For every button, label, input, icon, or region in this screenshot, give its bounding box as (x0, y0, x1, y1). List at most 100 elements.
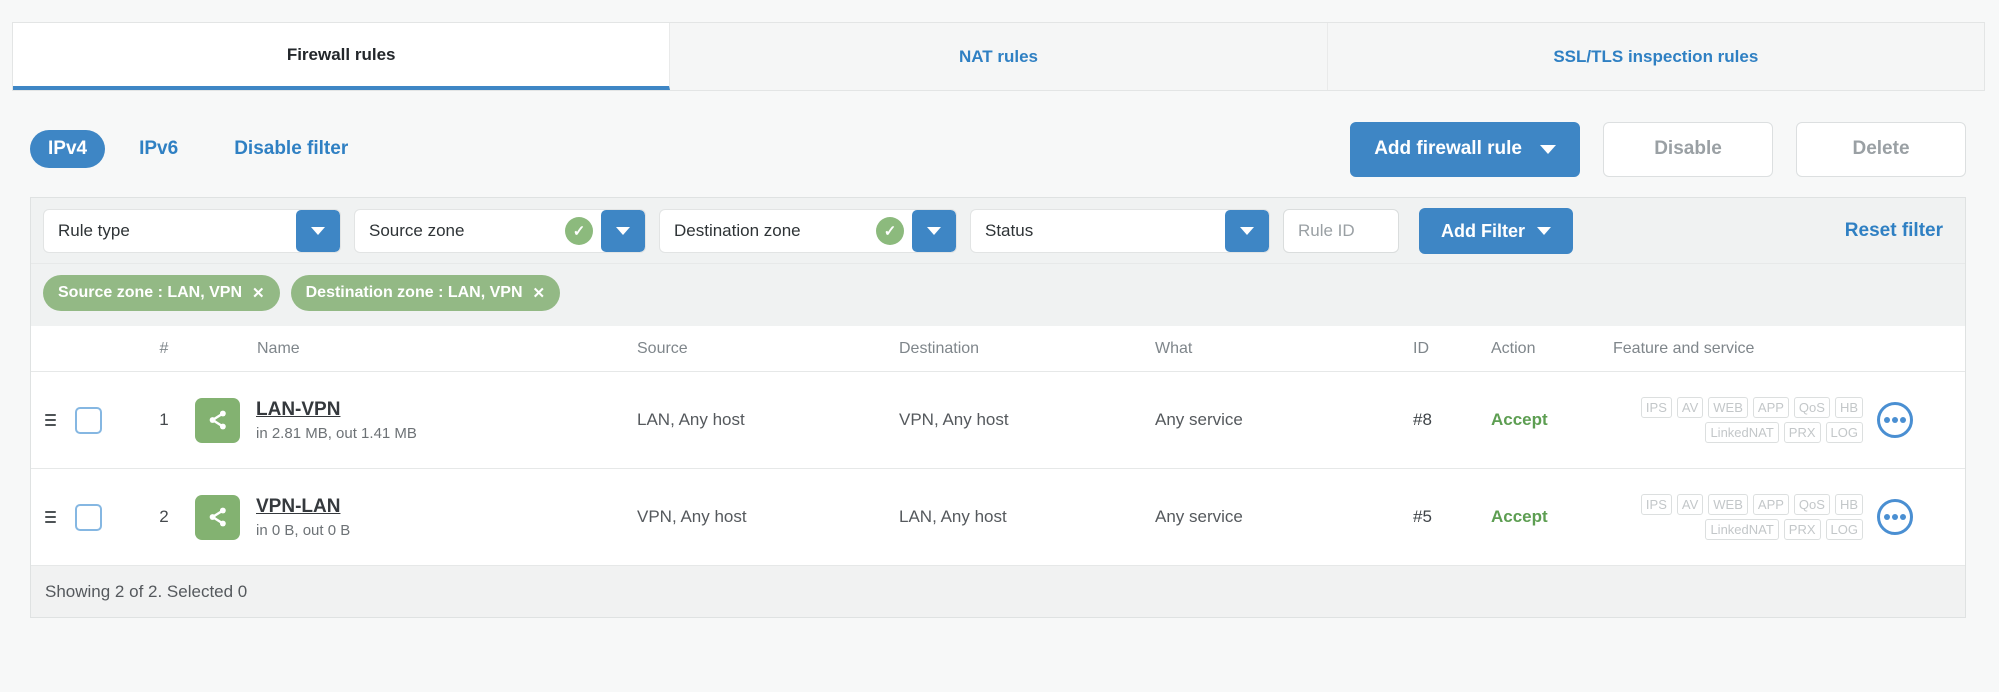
header-source: Source (637, 339, 688, 357)
header-destination: Destination (899, 339, 980, 357)
destination-zone-dropdown-button[interactable] (912, 210, 956, 252)
header-number: # (159, 339, 169, 357)
rule-action: Accept (1491, 410, 1548, 429)
destination-zone-dropdown-label: Destination zone (674, 221, 801, 240)
add-filter-button[interactable]: Add Filter (1419, 208, 1573, 254)
header-id: ID (1413, 339, 1429, 357)
rule-number: 1 (159, 410, 169, 429)
chevron-down-icon (311, 227, 325, 235)
filter-chip-label: Destination zone : LAN, VPN (305, 284, 523, 301)
filter-chip-source-zone: Source zone : LAN, VPN ✕ (43, 275, 280, 311)
rule-what: Any service (1155, 410, 1243, 429)
feature-badges: IPS AV WEB APP QoS HB LinkedNAT PRX LOG (1613, 494, 1877, 540)
add-firewall-rule-label: Add firewall rule (1374, 138, 1522, 159)
ipv6-toggle[interactable]: IPv6 (139, 138, 178, 160)
feature-badge: QoS (1793, 494, 1830, 515)
feature-badge: APP (1752, 494, 1789, 515)
remove-filter-icon[interactable]: ✕ (252, 284, 265, 302)
table-header: # Name Source Destination What ID Action… (31, 326, 1965, 372)
feature-badge: LOG (1825, 519, 1863, 540)
disable-filter-link[interactable]: Disable filter (234, 138, 348, 160)
feature-badge: LinkedNAT (1705, 519, 1779, 540)
rule-name-link[interactable]: LAN-VPN (256, 399, 417, 421)
feature-badge: IPS (1640, 494, 1672, 515)
chevron-down-icon (1537, 227, 1551, 235)
tab-firewall-rules[interactable]: Firewall rules (13, 23, 671, 90)
row-checkbox[interactable] (75, 503, 102, 531)
rule-name-link[interactable]: VPN-LAN (256, 496, 350, 518)
rule-traffic: in 2.81 MB, out 1.41 MB (256, 424, 417, 442)
feature-badge: APP (1752, 397, 1789, 418)
feature-badges: IPS AV WEB APP QoS HB LinkedNAT PRX LOG (1613, 397, 1877, 443)
chevron-down-icon (616, 227, 630, 235)
tab-ssl-tls-inspection-rules[interactable]: SSL/TLS inspection rules (1328, 23, 1984, 90)
network-rule-icon[interactable] (195, 494, 240, 540)
filter-row: Rule type Source zone ✓ Destination zone… (31, 198, 1965, 264)
feature-badge: HB (1834, 494, 1863, 515)
table-footer: Showing 2 of 2. Selected 0 (31, 566, 1965, 617)
feature-badge: LOG (1825, 422, 1863, 443)
status-dropdown-button[interactable] (1225, 210, 1269, 252)
rule-name-block: LAN-VPN in 2.81 MB, out 1.41 MB (256, 399, 417, 442)
source-zone-dropdown[interactable]: Source zone ✓ (354, 209, 646, 253)
source-zone-dropdown-label: Source zone (369, 221, 465, 240)
drag-handle-icon[interactable] (45, 511, 56, 523)
table-row: 1 LAN-VPN in 2.81 MB, out 1.41 MB LAN, A… (31, 372, 1965, 469)
rule-source: VPN, Any host (637, 507, 747, 526)
rule-destination: VPN, Any host (899, 410, 1009, 429)
delete-button[interactable]: Delete (1796, 121, 1966, 177)
header-feature: Feature and service (1613, 339, 1755, 357)
row-more-menu-icon[interactable] (1877, 402, 1913, 438)
status-dropdown[interactable]: Status (970, 209, 1270, 253)
rule-type-dropdown-label: Rule type (58, 221, 130, 240)
rule-number: 2 (159, 507, 169, 526)
tab-nat-rules[interactable]: NAT rules (670, 23, 1328, 90)
destination-zone-dropdown[interactable]: Destination zone ✓ (659, 209, 957, 253)
active-filter-chips: Source zone : LAN, VPN ✕ Destination zon… (31, 264, 1965, 326)
feature-badge: QoS (1793, 397, 1830, 418)
feature-badge: IPS (1640, 397, 1672, 418)
feature-badge: AV (1676, 494, 1704, 515)
rule-destination: LAN, Any host (899, 507, 1007, 526)
filter-chip-destination-zone: Destination zone : LAN, VPN ✕ (290, 275, 561, 311)
drag-handle-icon[interactable] (45, 414, 56, 426)
rule-source: LAN, Any host (637, 410, 745, 429)
row-more-menu-icon[interactable] (1877, 499, 1913, 535)
rule-traffic: in 0 B, out 0 B (256, 521, 351, 539)
reset-filter-link[interactable]: Reset filter (1845, 220, 1943, 242)
feature-badge: PRX (1783, 422, 1821, 443)
chevron-down-icon (1540, 144, 1556, 154)
source-zone-dropdown-button[interactable] (601, 210, 645, 252)
chevron-down-icon (1240, 227, 1254, 235)
status-dropdown-label: Status (985, 221, 1034, 240)
filter-area: Rule type Source zone ✓ Destination zone… (31, 198, 1965, 326)
rule-name-cell: LAN-VPN in 2.81 MB, out 1.41 MB (195, 397, 637, 443)
table-summary: Showing 2 of 2. Selected 0 (45, 581, 248, 601)
chevron-down-icon (927, 227, 941, 235)
feature-badge: WEB (1708, 397, 1748, 418)
firewall-rules-panel: Rule type Source zone ✓ Destination zone… (30, 197, 1966, 618)
rule-action: Accept (1491, 507, 1548, 526)
add-firewall-rule-button[interactable]: Add firewall rule (1350, 121, 1580, 177)
rule-id-input[interactable] (1283, 209, 1399, 253)
rule-type-dropdown[interactable]: Rule type (43, 209, 341, 253)
rule-id: #8 (1413, 410, 1432, 429)
ipv4-toggle[interactable]: IPv4 (30, 130, 106, 168)
rule-name-block: VPN-LAN in 0 B, out 0 B (256, 496, 350, 539)
filter-applied-check-icon: ✓ (565, 217, 593, 245)
network-rule-icon[interactable] (195, 397, 240, 443)
feature-badge: HB (1834, 397, 1863, 418)
feature-badge: WEB (1708, 494, 1748, 515)
feature-badge: LinkedNAT (1705, 422, 1779, 443)
feature-badge: AV (1676, 397, 1704, 418)
disable-button[interactable]: Disable (1603, 121, 1773, 177)
remove-filter-icon[interactable]: ✕ (533, 284, 546, 302)
rule-type-dropdown-button[interactable] (296, 210, 340, 252)
row-checkbox[interactable] (75, 406, 102, 434)
toolbar: IPv4 IPv6 Disable filter Add firewall ru… (30, 121, 1966, 177)
header-what: What (1155, 339, 1193, 357)
rule-name-cell: VPN-LAN in 0 B, out 0 B (195, 494, 637, 540)
filter-applied-check-icon: ✓ (876, 217, 904, 245)
table-row: 2 VPN-LAN in 0 B, out 0 B VPN, Any host … (31, 469, 1965, 566)
header-name: Name (257, 339, 300, 357)
